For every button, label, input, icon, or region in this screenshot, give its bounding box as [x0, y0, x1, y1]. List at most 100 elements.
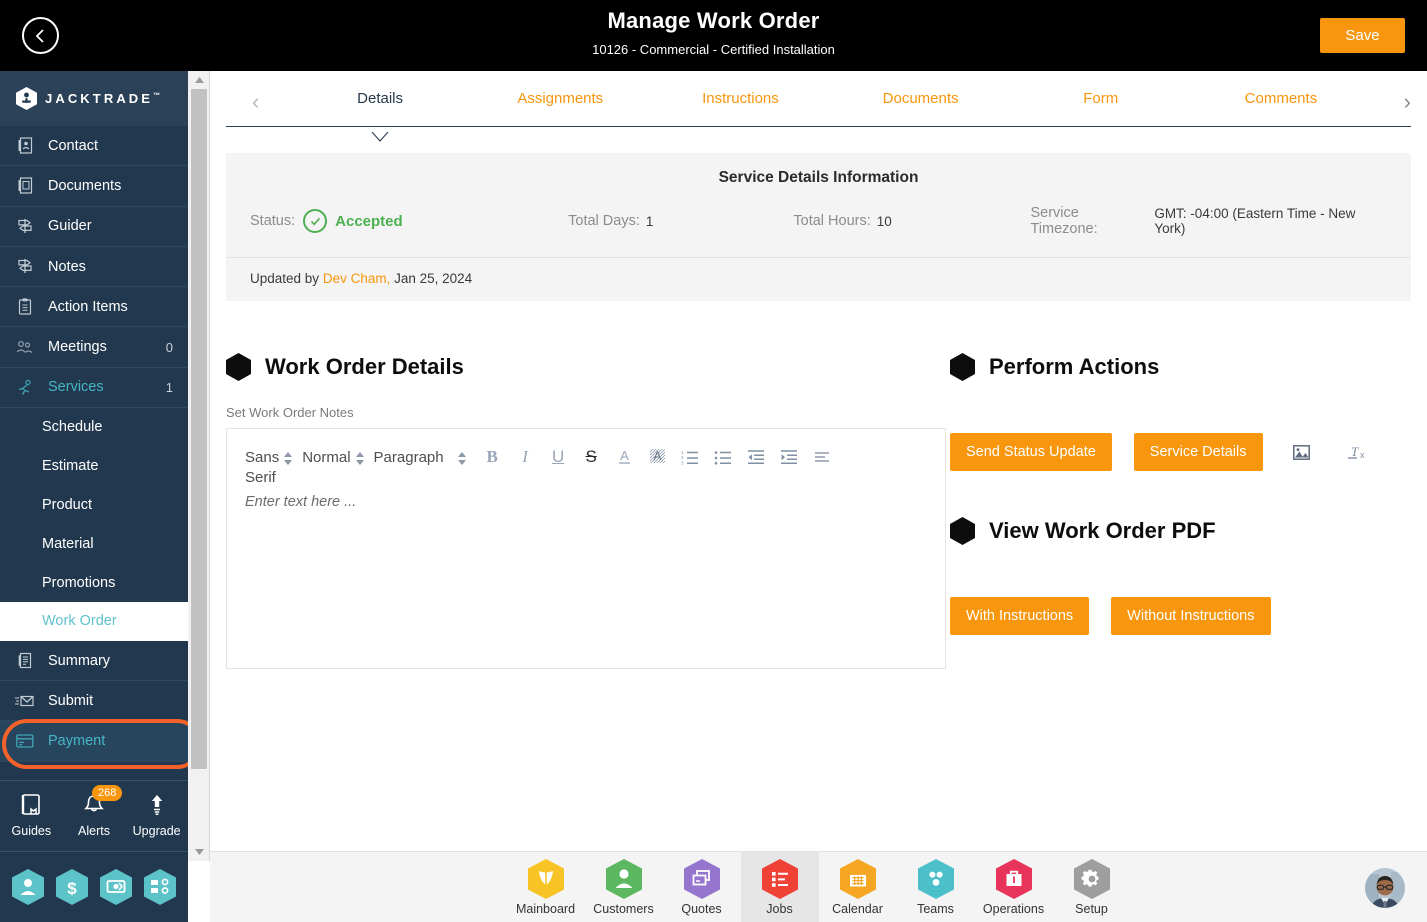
indent-icon[interactable] [773, 442, 806, 472]
teams-icon [917, 858, 955, 900]
submit-mail-icon [14, 694, 36, 708]
save-button[interactable]: Save [1320, 18, 1405, 53]
block-style-dropdown[interactable]: Paragraph [374, 449, 466, 466]
sidebar-item-submit[interactable]: Submit [0, 681, 188, 722]
strikethrough-icon[interactable]: S [575, 442, 608, 472]
tab-assignments[interactable]: Assignments [470, 71, 650, 127]
align-icon[interactable] [806, 442, 839, 472]
send-status-update-button[interactable]: Send Status Update [950, 433, 1112, 471]
image-icon[interactable] [1285, 437, 1318, 467]
signpost-icon [14, 258, 36, 275]
with-instructions-button[interactable]: With Instructions [950, 597, 1090, 635]
active-tab-indicator-icon [371, 118, 389, 142]
alerts-button[interactable]: 268 Alerts [64, 785, 124, 838]
total-days-group: Total Days: 1 [568, 213, 793, 229]
sidebar-item-notes[interactable]: Notes [0, 247, 188, 288]
updated-by-row: Updated by Dev Cham, Jan 25, 2024 [226, 258, 1411, 301]
bottom-nav-jobs[interactable]: Jobs [740, 851, 819, 922]
dollar-hex-icon[interactable]: $ [55, 868, 89, 906]
sidebar-subitem-material[interactable]: Material [0, 524, 188, 563]
without-instructions-button[interactable]: Without Instructions [1111, 597, 1271, 635]
sidebar: JACKTRADE™ Contact Documents Guider Note… [0, 71, 202, 922]
bottom-nav-label: Operations [982, 902, 1045, 916]
font-size-dropdown[interactable]: Normal [302, 449, 364, 466]
sidebar-item-documents[interactable]: Documents [0, 166, 188, 207]
person-hex-icon[interactable] [11, 868, 45, 906]
bottom-nav-label: Jobs [766, 902, 793, 916]
chevron-updown-icon [457, 449, 466, 465]
tab-comments[interactable]: Comments [1191, 71, 1371, 127]
document-icon [14, 177, 36, 195]
tab-documents[interactable]: Documents [831, 71, 1011, 127]
outdent-icon[interactable] [740, 442, 773, 472]
content-scrollbar[interactable] [188, 71, 210, 861]
app-root: Manage Work Order 10126 - Commercial - C… [0, 0, 1427, 922]
total-hours-label: Total Hours: [793, 213, 871, 229]
sidebar-item-count: 0 [165, 339, 173, 355]
total-days-value: 1 [645, 213, 654, 229]
tab-details[interactable]: Details [290, 71, 470, 142]
font-family-dropdown[interactable]: Sans Serif [245, 449, 293, 484]
highlight-color-icon[interactable]: A [641, 442, 674, 472]
brand-logo[interactable]: JACKTRADE™ [0, 71, 188, 126]
bottom-nav-quotes[interactable]: Quotes [663, 852, 741, 922]
clear-format-icon[interactable]: Tx [1340, 437, 1373, 467]
scrollbar-thumb[interactable] [191, 89, 207, 769]
sidebar-subitem-estimate[interactable]: Estimate [0, 447, 188, 486]
sidebar-item-services[interactable]: Services 1 [0, 368, 188, 409]
status-group: Status: Accepted [250, 209, 568, 233]
bottom-nav-customers[interactable]: Customers [585, 852, 663, 922]
sidebar-item-label: Meetings [48, 339, 107, 356]
sidebar-item-meetings[interactable]: Meetings 0 [0, 327, 188, 368]
arrow-up-icon [146, 793, 168, 820]
section-title: Work Order Details [265, 354, 464, 379]
underline-icon[interactable]: U [542, 442, 575, 472]
service-details-row: Status: Accepted Total Days: 1 Total Hou… [226, 187, 1411, 258]
page-title: Manage Work Order [607, 8, 820, 33]
updated-user[interactable]: Dev Cham, [323, 271, 391, 286]
ordered-list-icon[interactable]: 123 [674, 442, 707, 472]
workflow-hex-icon[interactable] [143, 868, 177, 906]
text-color-icon[interactable]: A [608, 442, 641, 472]
bottom-nav-setup[interactable]: Setup [1053, 852, 1131, 922]
tab-instructions[interactable]: Instructions [650, 71, 830, 127]
hexagon-bullet-icon [950, 353, 975, 381]
bottom-nav-teams[interactable]: Teams [897, 852, 975, 922]
sidebar-item-guider[interactable]: Guider [0, 207, 188, 247]
total-days-label: Total Days: [568, 213, 640, 229]
payment-hex-icon[interactable] [99, 868, 133, 906]
sidebar-subitem-product[interactable]: Product [0, 486, 188, 525]
sidebar-item-payment[interactable]: Payment [0, 721, 188, 762]
scroll-up-arrow[interactable] [188, 71, 210, 89]
sidebar-item-summary[interactable]: Summary [0, 641, 188, 682]
user-avatar[interactable] [1365, 868, 1405, 908]
sidebar-subitem-schedule[interactable]: Schedule [0, 408, 188, 447]
sidebar-item-action-items[interactable]: Action Items [0, 287, 188, 328]
sidebar-item-label: Contact [48, 137, 98, 154]
bottom-nav-mainboard[interactable]: Mainboard [507, 852, 585, 922]
scroll-down-arrow[interactable] [188, 843, 210, 861]
tab-form[interactable]: Form [1011, 71, 1191, 127]
guides-button[interactable]: Guides [1, 793, 61, 838]
tab-label: Details [357, 90, 404, 107]
bottom-nav-calendar[interactable]: Calendar [819, 852, 897, 922]
tabs-next-button[interactable]: › [1404, 89, 1411, 115]
italic-icon[interactable]: I [509, 442, 542, 472]
total-hours-value: 10 [876, 213, 892, 229]
service-details-button[interactable]: Service Details [1133, 433, 1263, 471]
sidebar-item-contact[interactable]: Contact [0, 126, 188, 167]
bullet-list-icon[interactable] [707, 442, 740, 472]
chevron-updown-icon [284, 449, 293, 465]
tabs-prev-button[interactable]: ‹ [252, 89, 259, 115]
bottom-nav-label: Setup [1075, 902, 1108, 916]
upgrade-button[interactable]: Upgrade [127, 793, 187, 838]
rich-text-editor-area[interactable]: Enter text here ... [226, 484, 946, 669]
actions-column: Perform Actions Send Status Update Servi… [950, 315, 1420, 635]
sidebar-subitem-work-order[interactable]: Work Order [0, 602, 188, 641]
sidebar-subitem-promotions[interactable]: Promotions [0, 563, 188, 602]
jacktrade-hex-icon [16, 87, 37, 110]
bold-icon[interactable]: B [476, 442, 509, 472]
bottom-nav-operations[interactable]: Operations [975, 852, 1053, 922]
operations-icon [995, 858, 1033, 900]
meeting-icon [14, 339, 36, 355]
